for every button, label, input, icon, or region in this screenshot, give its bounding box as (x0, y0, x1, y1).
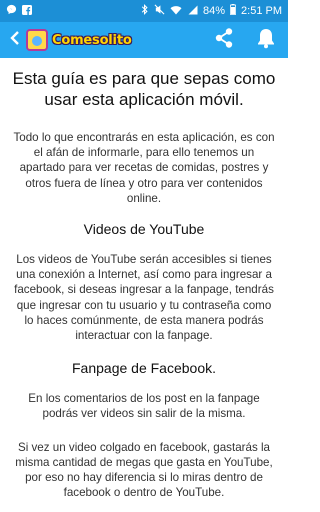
share-button[interactable] (212, 27, 236, 54)
app-title: Comesolito (52, 32, 132, 48)
status-left-icons (6, 4, 32, 18)
bluetooth-icon (141, 4, 149, 18)
guide-content: Esta guía es para que sepas como usar es… (0, 58, 288, 512)
app-logo (26, 29, 48, 51)
notifications-button[interactable] (254, 28, 278, 52)
youtube-paragraph: Los videos de YouTube serán accesibles s… (14, 253, 274, 343)
intro-paragraph: Todo lo que encontrarás en esta aplicaci… (13, 131, 275, 205)
bell-icon (256, 27, 276, 54)
facebook-icon (22, 4, 32, 18)
facebook-section-heading: Fanpage de Facebook. (72, 360, 216, 377)
app-bar: Comesolito (0, 22, 288, 58)
chevron-left-icon (10, 30, 20, 51)
mute-icon (154, 4, 165, 18)
closing-paragraph: Si vez un video colgado en facebook, gas… (15, 440, 273, 500)
app-actions (212, 27, 278, 54)
youtube-section-heading: Videos de YouTube (83, 221, 205, 238)
facebook-paragraph: En los comentarios de los post en la fan… (28, 392, 260, 421)
status-right-icons: 84% 2:51 PM (141, 4, 282, 18)
messenger-icon (6, 4, 17, 18)
back-button[interactable] (6, 22, 24, 58)
battery-percent: 84% (203, 5, 226, 17)
signal-icon (187, 5, 198, 18)
share-icon (213, 27, 235, 54)
page-title: Esta guía es para que sepas como usar es… (12, 69, 276, 109)
status-bar: 84% 2:51 PM (0, 0, 288, 22)
battery-icon (230, 4, 236, 18)
status-time: 2:51 PM (241, 5, 282, 17)
wifi-icon (170, 5, 182, 18)
